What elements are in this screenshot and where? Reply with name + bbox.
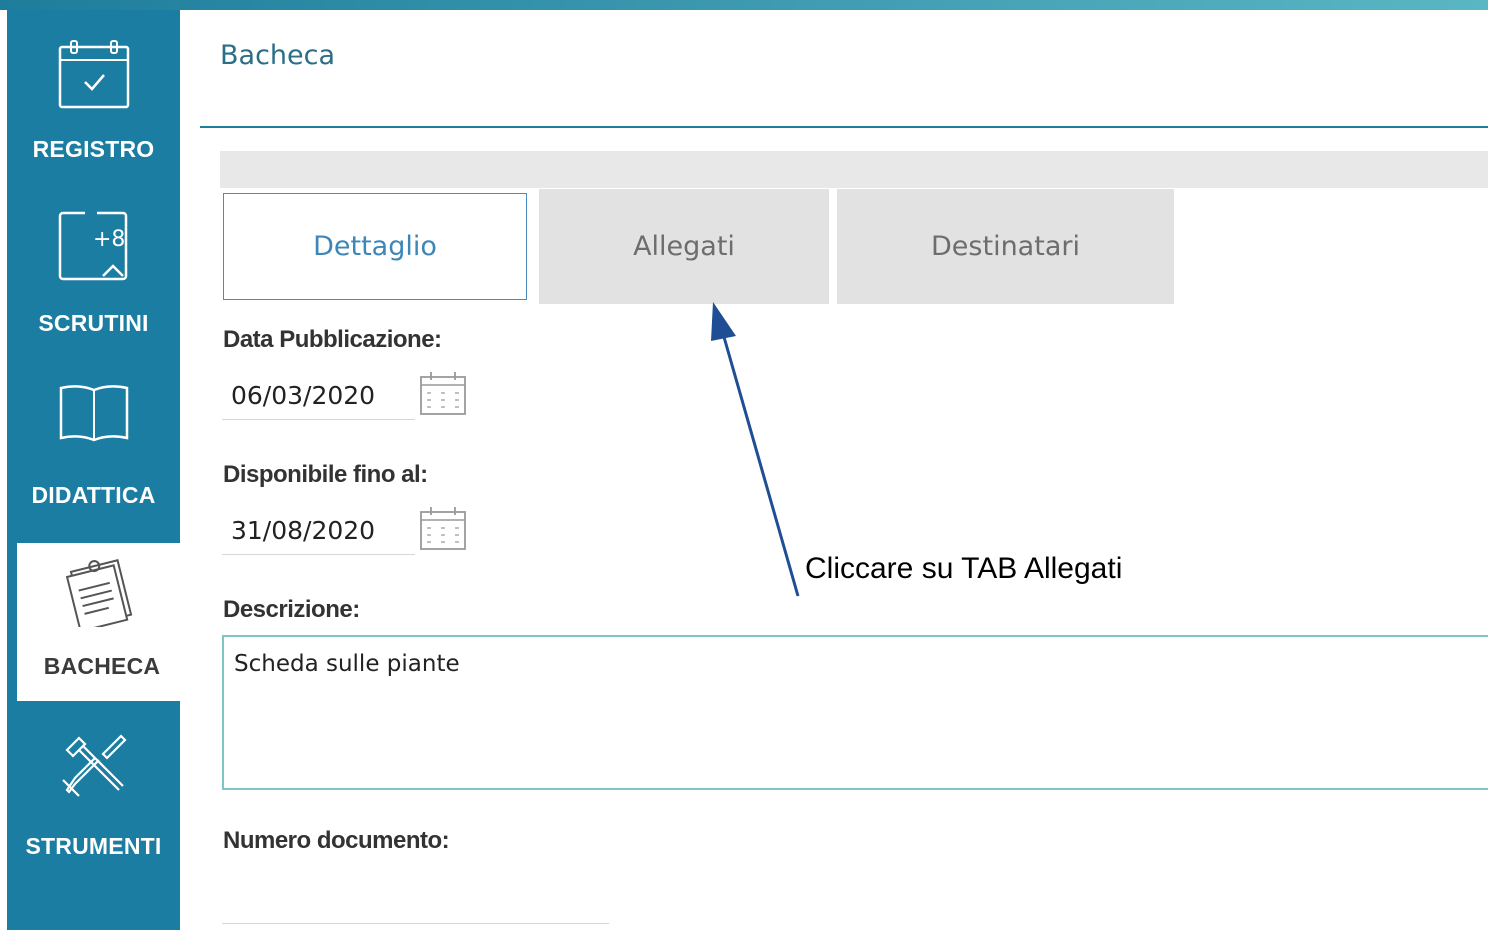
sidebar-item-scrutini[interactable]: +8 SCRUTINI xyxy=(7,200,180,350)
svg-text:+8: +8 xyxy=(93,227,125,252)
top-accent-bar xyxy=(0,0,1488,10)
page-title: Bacheca xyxy=(220,40,336,71)
calendar-icon[interactable] xyxy=(419,506,467,551)
disponibile-fino-input[interactable] xyxy=(222,507,415,555)
sidebar-item-label: STRUMENTI xyxy=(25,833,162,859)
sidebar-item-label: BACHECA xyxy=(43,653,161,679)
sidebar-item-strumenti[interactable]: STRUMENTI xyxy=(7,715,180,885)
tab-destinatari[interactable]: Destinatari xyxy=(837,189,1174,304)
tab-bar-background xyxy=(220,151,1488,188)
calendar-icon[interactable] xyxy=(419,371,467,416)
calendar-check-icon xyxy=(58,40,129,109)
disponibile-fino-label: Disponibile fino al: xyxy=(223,461,428,488)
header-divider xyxy=(200,126,1488,128)
book-icon xyxy=(59,385,128,442)
annotation-text: Cliccare su TAB Allegati xyxy=(805,552,1123,585)
sidebar-item-registro[interactable]: REGISTRO xyxy=(7,10,180,180)
descrizione-textarea[interactable]: Scheda sulle piante xyxy=(222,635,1488,790)
sidebar-item-label: REGISTRO xyxy=(32,136,155,162)
descrizione-label: Descrizione: xyxy=(223,596,360,623)
scrutini-icon: +8 xyxy=(58,211,127,281)
sidebar: REGISTRO +8 SCRUTINI DIDATTICA BACHECA S… xyxy=(7,10,187,930)
notepad-icon xyxy=(65,559,133,627)
numero-documento-input[interactable] xyxy=(222,872,609,924)
numero-documento-label: Numero documento: xyxy=(223,827,450,854)
tools-icon xyxy=(61,734,127,797)
data-pubblicazione-label: Data Pubblicazione: xyxy=(223,326,442,353)
tab-dettaglio[interactable]: Dettaglio xyxy=(223,193,527,300)
sidebar-item-didattica[interactable]: DIDATTICA xyxy=(7,370,180,535)
sidebar-item-label: DIDATTICA xyxy=(31,482,156,508)
tab-allegati[interactable]: Allegati xyxy=(539,189,829,304)
sidebar-item-label: SCRUTINI xyxy=(38,310,149,336)
sidebar-item-bacheca[interactable]: BACHECA xyxy=(17,543,187,701)
data-pubblicazione-input[interactable] xyxy=(222,372,415,420)
